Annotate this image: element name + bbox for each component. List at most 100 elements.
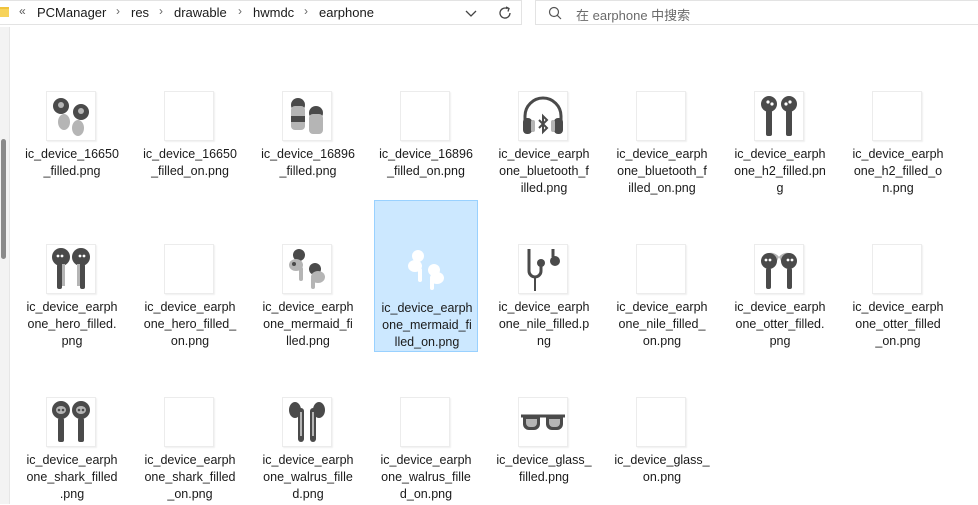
file-thumbnail <box>282 244 332 294</box>
address-bar[interactable]: « PCManager › res › drawable › hwmdc › e… <box>0 0 522 25</box>
file-name-line: d.png <box>292 487 324 501</box>
file-item[interactable]: ic_device_earph one_shark_filled .png <box>20 353 124 505</box>
file-name-line: ic_device_earph <box>852 300 944 314</box>
refresh-icon[interactable] <box>495 3 515 23</box>
file-item[interactable]: ic_device_earph one_shark_filled _on.png <box>138 353 242 505</box>
breadcrumb-pcmanager[interactable]: PCManager <box>37 5 106 20</box>
headphones-bluetooth-icon <box>523 96 563 135</box>
file-name: ic_device_earph one_h2_filled.pn g <box>730 146 830 197</box>
breadcrumb-overflow[interactable]: « <box>19 4 26 18</box>
breadcrumb-drawable[interactable]: drawable <box>174 5 227 20</box>
earbuds-otter-icon <box>761 252 797 289</box>
file-name-line: ic_device_16650 <box>25 147 119 161</box>
file-name-line: one_h2_filled.pn <box>734 164 826 178</box>
file-name-line: ic_device_16896 <box>379 147 473 161</box>
earbuds-mermaid-white-icon <box>408 250 444 290</box>
file-name-line: on.png <box>170 334 210 348</box>
breadcrumb-separator[interactable]: › <box>238 4 242 18</box>
file-thumbnail <box>872 91 922 141</box>
breadcrumb-separator[interactable]: › <box>159 4 163 18</box>
file-name-line: ic_device_earph <box>734 147 826 161</box>
file-item[interactable]: ic_device_earph one_nile_filled.p ng <box>492 200 596 352</box>
file-name: ic_device_16650 _filled_on.png <box>140 146 240 180</box>
file-item[interactable]: ic_device_16650 _filled_on.png <box>138 47 242 199</box>
blank-icon <box>165 245 213 293</box>
file-name: ic_device_16896 _filled_on.png <box>376 146 476 180</box>
file-name-line: ic_device_earph <box>616 147 708 161</box>
file-name-line: ic_device_earph <box>262 300 354 314</box>
breadcrumb-hwmdc[interactable]: hwmdc <box>253 5 294 20</box>
breadcrumb-separator[interactable]: › <box>304 4 308 18</box>
file-item[interactable]: ic_device_earph one_mermaid_fi lled_on.png <box>374 200 478 352</box>
file-name-line: filled.png <box>518 470 570 484</box>
file-item[interactable]: ic_device_earph one_bluetooth_f illed.png <box>492 47 596 199</box>
file-name-line: ng <box>537 334 551 348</box>
earbuds-shark-icon <box>52 401 90 442</box>
file-item[interactable]: ic_device_16650 _filled.png <box>20 47 124 199</box>
glasses-icon <box>521 414 565 430</box>
search-input[interactable]: 在 earphone 中搜索 <box>576 5 690 24</box>
blank-icon <box>637 398 685 446</box>
blank-icon <box>873 245 921 293</box>
file-thumbnail <box>754 91 804 141</box>
file-item[interactable]: ic_device_earph one_walrus_fille d_on.png <box>374 353 478 505</box>
file-name-line: _filled.png <box>279 164 337 178</box>
file-item[interactable]: ic_device_earph one_bluetooth_f illed_on.p… <box>610 47 714 199</box>
file-name-line: n.png <box>882 181 914 195</box>
file-name: ic_device_glass_ filled.png <box>494 452 594 486</box>
file-name-line: ic_device_earph <box>380 453 472 467</box>
file-name-line: _filled_on.png <box>151 164 229 178</box>
breadcrumb-res[interactable]: res <box>131 5 149 20</box>
file-name-line: lled_on.png <box>394 335 460 349</box>
breadcrumb-separator[interactable]: › <box>116 4 120 18</box>
blank-icon <box>637 92 685 140</box>
file-thumbnail <box>518 244 568 294</box>
file-thumbnail <box>636 244 686 294</box>
blank-icon <box>401 92 449 140</box>
file-name: ic_device_earph one_nile_filled_ on.png <box>612 299 712 350</box>
file-name: ic_device_earph one_otter_filled. png <box>730 299 830 350</box>
file-name-line: one_hero_filled_ <box>143 317 237 331</box>
file-name-line: ic_device_earph <box>381 301 473 315</box>
file-item[interactable]: ic_device_earph one_mermaid_fi lled.png <box>256 200 360 352</box>
file-name-line: png <box>769 334 791 348</box>
file-item[interactable]: ic_device_glass_ filled.png <box>492 353 596 505</box>
file-item[interactable]: ic_device_earph one_nile_filled_ on.png <box>610 200 714 352</box>
file-item[interactable]: ic_device_earph one_otter_filled _on.png <box>846 200 950 352</box>
navigation-pane-edge[interactable] <box>0 27 10 504</box>
file-name-line: ic_device_glass_ <box>496 453 592 467</box>
file-name-line: one_nile_filled_ <box>618 317 706 331</box>
file-name-line: one_mermaid_fi <box>382 318 472 332</box>
file-item[interactable]: ic_device_earph one_walrus_fille d.png <box>256 353 360 505</box>
file-name-line: _filled_on.png <box>387 164 465 178</box>
file-item[interactable]: ic_device_16896 _filled_on.png <box>374 47 478 199</box>
file-name-line: d_on.png <box>399 487 453 501</box>
file-name-line: one_nile_filled.p <box>498 317 590 331</box>
file-name: ic_device_earph one_bluetooth_f illed_on.p… <box>612 146 712 197</box>
chevron-down-icon[interactable] <box>462 3 480 23</box>
file-name-line: one_walrus_fille <box>263 470 353 484</box>
search-box[interactable]: 在 earphone 中搜索 <box>535 0 978 25</box>
buds-16896-icon <box>291 98 323 134</box>
file-name: ic_device_earph one_walrus_fille d.png <box>258 452 358 503</box>
file-item[interactable]: ic_device_glass_ on.png <box>610 353 714 505</box>
file-thumbnail <box>754 244 804 294</box>
scrollbar-thumb[interactable] <box>1 139 6 259</box>
file-name: ic_device_earph one_hero_filled. png <box>22 299 122 350</box>
file-item[interactable]: ic_device_16896 _filled.png <box>256 47 360 199</box>
breadcrumb-earphone[interactable]: earphone <box>319 5 374 20</box>
file-item[interactable]: ic_device_earph one_hero_filled. png <box>20 200 124 352</box>
file-thumbnail <box>164 397 214 447</box>
file-name: ic_device_earph one_otter_filled _on.png <box>848 299 948 350</box>
file-name: ic_device_16650 _filled.png <box>22 146 122 180</box>
toolbar: « PCManager › res › drawable › hwmdc › e… <box>0 0 978 27</box>
file-name-line: lled.png <box>286 334 330 348</box>
file-item[interactable]: ic_device_earph one_h2_filled_o n.png <box>846 47 950 199</box>
file-item[interactable]: ic_device_earph one_hero_filled_ on.png <box>138 200 242 352</box>
file-name-line: ic_device_earph <box>26 300 118 314</box>
search-icon <box>548 6 562 20</box>
file-item[interactable]: ic_device_earph one_otter_filled. png <box>728 200 832 352</box>
earbuds-walrus-icon <box>289 402 325 442</box>
file-name-line: one_h2_filled_o <box>853 164 943 178</box>
file-item[interactable]: ic_device_earph one_h2_filled.pn g <box>728 47 832 199</box>
